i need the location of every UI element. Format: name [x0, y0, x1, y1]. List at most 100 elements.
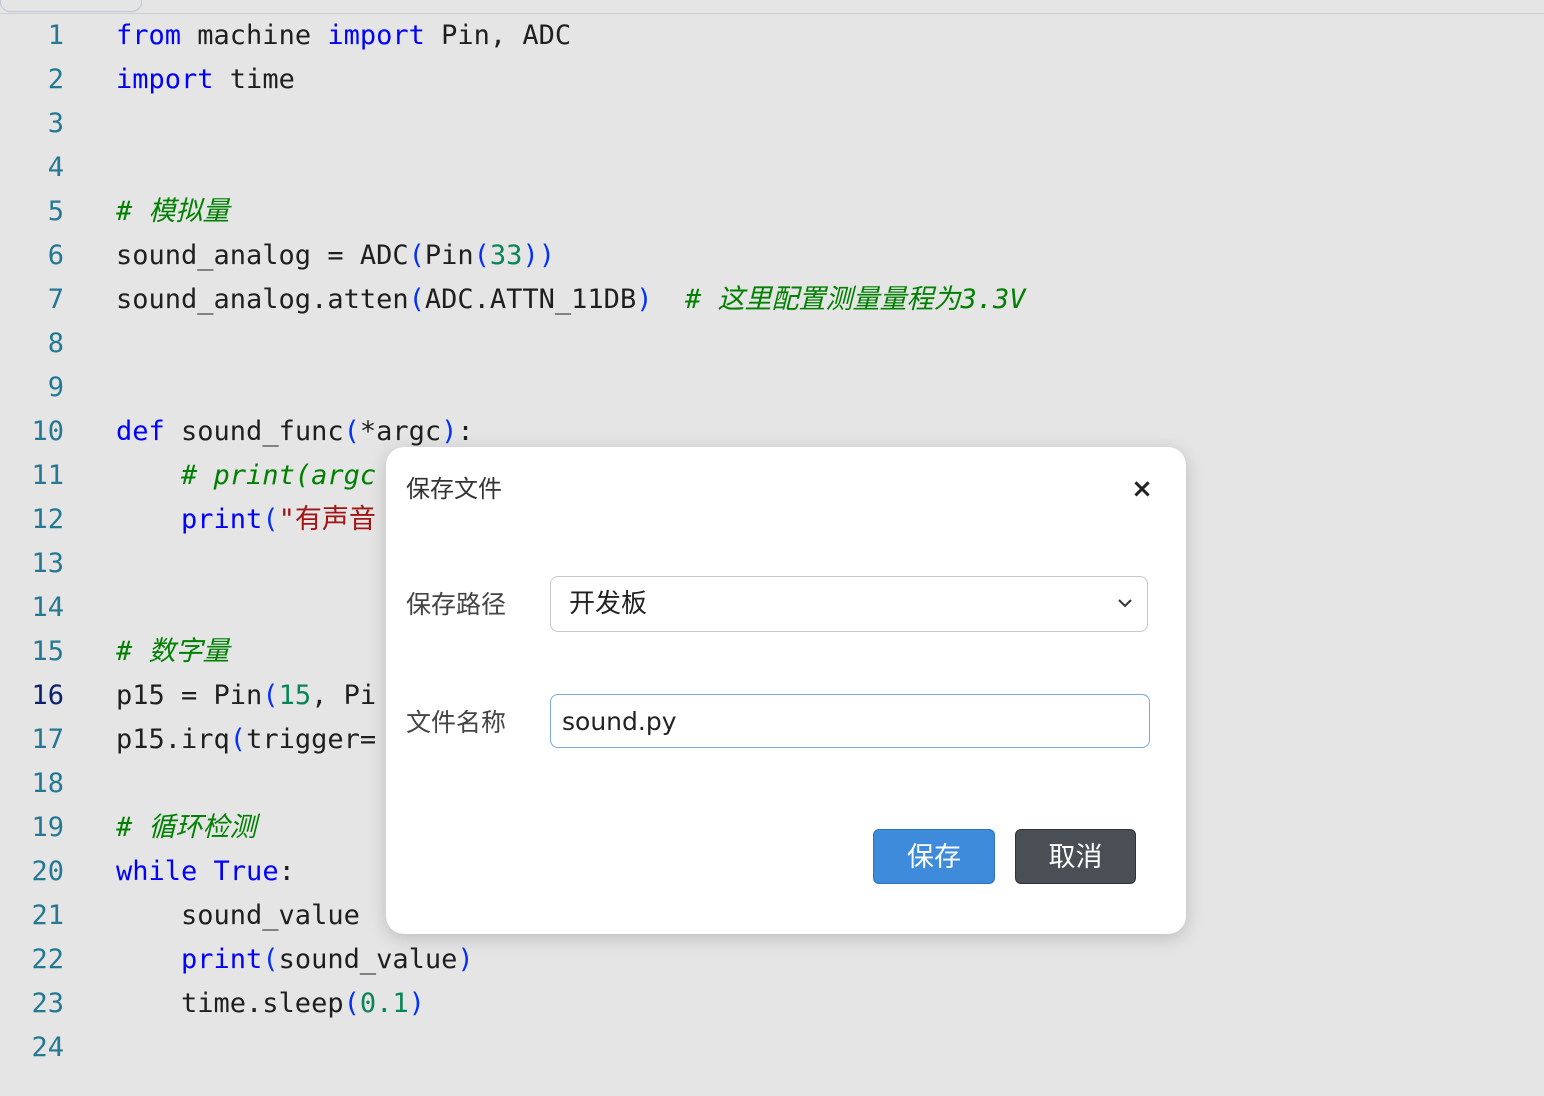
code-token: ) — [636, 284, 653, 315]
code-token: # 模拟量 — [116, 196, 230, 227]
code-token: print — [181, 504, 263, 535]
code-token: 15 — [278, 680, 312, 711]
code-token: )) — [522, 240, 555, 271]
save-button[interactable]: 保存 — [873, 829, 995, 884]
code-line[interactable] — [116, 322, 1026, 366]
code-token: from — [116, 20, 182, 51]
code-token: ) — [441, 416, 458, 447]
code-token: sound_func — [164, 416, 344, 447]
code-token: Pin, ADC — [424, 20, 572, 51]
code-token: sound_value — [116, 900, 360, 931]
code-token: ( — [473, 240, 490, 271]
code-token: p15 = Pin — [116, 680, 263, 711]
code-token: p15.irq — [116, 724, 230, 755]
line-number: 14 — [31, 592, 64, 623]
code-token: while — [116, 856, 198, 887]
line-number: 11 — [31, 460, 64, 491]
code-line[interactable]: time.sleep(0.1) — [116, 982, 1026, 1026]
code-line[interactable]: sound_analog = ADC(Pin(33)) — [116, 234, 1026, 278]
code-token: Pin — [424, 240, 474, 271]
save-path-value: 开发板 — [569, 589, 648, 619]
file-name-input[interactable] — [550, 694, 1150, 748]
line-number: 2 — [47, 64, 64, 95]
code-line[interactable]: sound_analog.atten(ADC.ATTN_11DB) # 这里配置… — [116, 278, 1026, 322]
code-token: # 循环检测 — [116, 812, 257, 843]
code-token: ( — [343, 988, 360, 1019]
code-line[interactable] — [116, 366, 1026, 410]
code-token: import — [116, 64, 214, 95]
code-token: sound_analog = ADC — [116, 240, 409, 271]
line-number: 12 — [31, 504, 64, 535]
code-token: time.sleep — [116, 988, 344, 1019]
code-token: trigger= — [246, 724, 377, 755]
code-token: True — [213, 856, 279, 887]
code-token: time — [213, 64, 295, 95]
line-number: 3 — [47, 108, 64, 139]
line-number: 21 — [31, 900, 64, 931]
line-number: 13 — [31, 548, 64, 579]
code-token: ( — [262, 504, 279, 535]
code-token: ( — [408, 240, 425, 271]
code-token: : — [457, 416, 474, 447]
line-number: 5 — [47, 196, 64, 227]
line-number: 7 — [47, 284, 64, 315]
top-bar — [0, 0, 1544, 14]
line-number: 1 — [47, 20, 64, 51]
line-number: 18 — [31, 768, 64, 799]
tab-stub[interactable] — [0, 0, 142, 12]
line-number: 23 — [31, 988, 64, 1019]
code-line[interactable]: from machine import Pin, ADC — [116, 14, 1026, 58]
line-number: 22 — [31, 944, 64, 975]
code-token: *argc — [359, 416, 442, 447]
line-number-gutter: 1 2 3 4 5 6 7 8 9 10 11 12 13 14 15 16 17 18 19 20 21 22 23 24 — [0, 14, 90, 1070]
save-path-select[interactable]: 开发板 — [550, 576, 1148, 632]
code-token: import — [327, 20, 425, 51]
dialog-title: 保存文件 — [406, 475, 502, 503]
code-token: sound_analog.atten — [116, 284, 409, 315]
chevron-down-icon — [1118, 599, 1132, 608]
code-token: "有声音 — [278, 504, 376, 535]
code-token: ) — [408, 988, 425, 1019]
code-token: ) — [457, 944, 474, 975]
code-token: ( — [408, 284, 425, 315]
line-number: 24 — [31, 1032, 64, 1063]
line-number: 9 — [47, 372, 64, 403]
line-number: 4 — [47, 152, 64, 183]
code-token: ADC.ATTN_11DB — [424, 284, 637, 315]
line-number: 8 — [47, 328, 64, 359]
code-token: : — [278, 856, 295, 887]
code-line[interactable]: import time — [116, 58, 1026, 102]
line-number: 10 — [31, 416, 64, 447]
code-token: ( — [262, 944, 279, 975]
code-token: ( — [229, 724, 247, 755]
file-name-label: 文件名称 — [406, 708, 507, 737]
line-number: 20 — [31, 856, 64, 887]
code-token: sound_value — [278, 944, 458, 975]
code-token: def — [116, 416, 165, 447]
code-token: print — [181, 944, 263, 975]
code-token: # 数字量 — [116, 636, 230, 667]
cancel-button[interactable]: 取消 — [1015, 829, 1136, 884]
code-line[interactable] — [116, 1026, 1026, 1070]
code-line[interactable]: # 模拟量 — [116, 190, 1026, 234]
code-token: 33 — [489, 240, 523, 271]
code-token: machine — [181, 20, 328, 51]
code-token: ( — [343, 416, 360, 447]
code-token: , Pi — [311, 680, 377, 711]
close-icon[interactable]: × — [1130, 476, 1154, 502]
save-file-dialog: 保存文件 × 保存路径 开发板 文件名称 保存 取消 — [386, 447, 1186, 934]
code-token: ( — [262, 680, 279, 711]
line-number: 6 — [47, 240, 64, 271]
line-number: 16 — [31, 680, 64, 711]
code-line[interactable] — [116, 146, 1026, 190]
code-line[interactable] — [116, 102, 1026, 146]
code-line[interactable]: print(sound_value) — [116, 938, 1026, 982]
save-path-label: 保存路径 — [406, 590, 507, 619]
code-token: 0.1 — [359, 988, 409, 1019]
code-token: # print(argc — [181, 460, 377, 491]
